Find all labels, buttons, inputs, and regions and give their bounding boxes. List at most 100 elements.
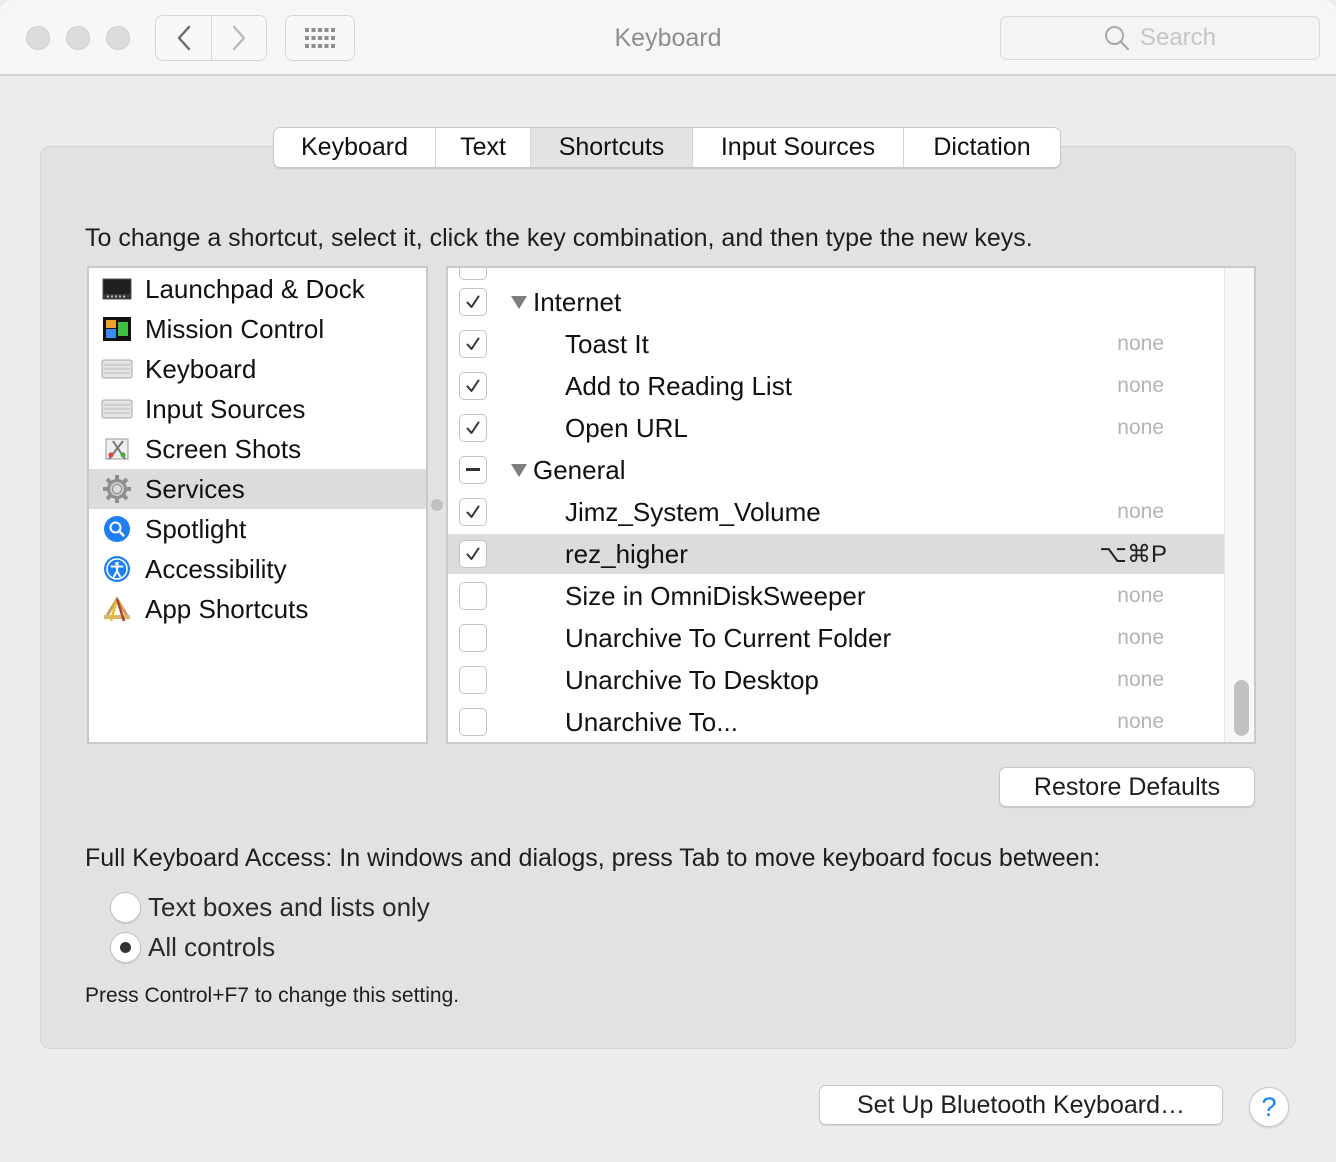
checkbox[interactable]: [459, 456, 487, 484]
category-label: Spotlight: [145, 513, 247, 544]
service-row[interactable]: Unarchive To Desktop none: [448, 660, 1224, 700]
tab-shortcuts[interactable]: Shortcuts: [531, 128, 693, 167]
category-keyboard[interactable]: Keyboard: [89, 349, 426, 389]
restore-defaults-button[interactable]: Restore Defaults: [999, 767, 1255, 807]
checkbox[interactable]: [459, 498, 487, 526]
service-row[interactable]: Open URL none: [448, 408, 1224, 448]
checkmark-icon: [466, 379, 480, 392]
checkmark-icon: [466, 505, 480, 518]
service-label: Unarchive To...: [565, 706, 738, 737]
shortcut-key-combination[interactable]: none: [1117, 374, 1164, 398]
tab-input-sources[interactable]: Input Sources: [693, 128, 904, 167]
service-label: Internet: [533, 286, 622, 317]
disclosure-triangle-icon[interactable]: [510, 461, 528, 479]
help-button[interactable]: ?: [1249, 1087, 1289, 1127]
service-label: General: [533, 454, 626, 485]
checkbox[interactable]: [459, 666, 487, 694]
tab-dictation[interactable]: Dictation: [904, 128, 1060, 167]
category-label: Input Sources: [145, 393, 306, 424]
service-row[interactable]: Unarchive To... none: [448, 702, 1224, 742]
checkmark-icon: [466, 295, 480, 308]
scrollbar-thumb[interactable]: [1234, 680, 1249, 736]
radio-button[interactable]: [110, 892, 141, 923]
mission-control-icon: [101, 315, 133, 343]
service-label: Open URL: [565, 412, 688, 443]
checkbox[interactable]: [459, 582, 487, 610]
spotlight-icon: [101, 515, 133, 543]
checkmark-icon: [466, 421, 480, 434]
input-sources-icon: [101, 395, 133, 423]
gear-icon: [101, 475, 133, 503]
instructions-text: To change a shortcut, select it, click t…: [85, 224, 1033, 252]
service-label: Add to Reading List: [565, 370, 792, 401]
checkbox[interactable]: [459, 624, 487, 652]
checkmark-icon: [466, 547, 480, 560]
checkbox[interactable]: [459, 372, 487, 400]
checkbox[interactable]: [459, 540, 487, 568]
screenshot-icon: [101, 435, 133, 463]
radio-all-controls[interactable]: All controls: [110, 932, 275, 963]
service-label: Unarchive To Desktop: [565, 664, 819, 695]
accessibility-icon: [101, 555, 133, 583]
split-view-handle[interactable]: [431, 499, 443, 511]
search-placeholder: Search: [1139, 24, 1217, 51]
service-group-row[interactable]: General: [448, 450, 1224, 490]
vertical-scrollbar[interactable]: [1224, 268, 1254, 742]
service-group-row[interactable]: Internet: [448, 282, 1224, 322]
shortcut-key-combination[interactable]: ⌥⌘P: [1099, 540, 1167, 569]
category-screen-shots[interactable]: Screen Shots: [89, 429, 426, 469]
title-bar: Keyboard Search: [0, 0, 1336, 76]
keyboard-icon: [101, 355, 133, 383]
setup-bluetooth-keyboard-button[interactable]: Set Up Bluetooth Keyboard…: [819, 1085, 1223, 1125]
service-row[interactable]: Add to Reading List none: [448, 366, 1224, 406]
shortcut-key-combination[interactable]: none: [1117, 710, 1164, 734]
service-row[interactable]: Size in OmniDiskSweeper none: [448, 576, 1224, 616]
category-services[interactable]: Services: [89, 469, 426, 509]
category-label: Keyboard: [145, 353, 257, 384]
service-label: Toast It: [565, 328, 649, 359]
service-label: Unarchive To Current Folder: [565, 622, 892, 653]
category-app-shortcuts[interactable]: App Shortcuts: [89, 589, 426, 629]
shortcuts-list[interactable]: Internet Toast It none Add to Reading List n…: [446, 266, 1256, 744]
service-row[interactable]: Unarchive To Current Folder none: [448, 618, 1224, 658]
category-spotlight[interactable]: Spotlight: [89, 509, 426, 549]
checkbox[interactable]: [459, 268, 487, 280]
shortcut-key-combination[interactable]: none: [1117, 584, 1164, 608]
radio-selected-dot: [120, 942, 131, 953]
service-row[interactable]: Toast It none: [448, 324, 1224, 364]
mixed-state-icon: [466, 468, 480, 471]
full-keyboard-access-label: Full Keyboard Access: In windows and dia…: [85, 844, 1101, 872]
service-row[interactable]: rez_higher ⌥⌘P: [448, 534, 1224, 574]
shortcut-key-combination[interactable]: none: [1117, 416, 1164, 440]
app-shortcuts-icon: [101, 595, 133, 623]
disclosure-triangle-icon[interactable]: [510, 293, 528, 311]
category-label: App Shortcuts: [145, 593, 309, 624]
tab-bar: Keyboard Text Shortcuts Input Sources Di…: [273, 127, 1061, 168]
category-mission-control[interactable]: Mission Control: [89, 309, 426, 349]
category-label: Screen Shots: [145, 433, 302, 464]
radio-button[interactable]: [110, 932, 141, 963]
service-label: Jimz_System_Volume: [565, 496, 821, 527]
tab-keyboard[interactable]: Keyboard: [274, 128, 436, 167]
radio-text-boxes-lists[interactable]: Text boxes and lists only: [110, 892, 430, 923]
search-field[interactable]: Search: [1000, 16, 1320, 60]
checkbox[interactable]: [459, 414, 487, 442]
category-accessibility[interactable]: Accessibility: [89, 549, 426, 589]
tab-text[interactable]: Text: [436, 128, 531, 167]
radio-label: Text boxes and lists only: [148, 892, 430, 922]
service-row[interactable]: Jimz_System_Volume none: [448, 492, 1224, 532]
shortcut-key-combination[interactable]: none: [1117, 668, 1164, 692]
category-label: Launchpad & Dock: [145, 273, 365, 304]
category-launchpad-dock[interactable]: Launchpad & Dock: [89, 269, 426, 309]
category-label: Services: [145, 473, 245, 504]
service-label: Size in OmniDiskSweeper: [565, 580, 866, 611]
shortcut-key-combination[interactable]: none: [1117, 500, 1164, 524]
category-list[interactable]: Launchpad & Dock Mission Control Keyboar…: [87, 266, 428, 744]
category-label: Accessibility: [145, 553, 287, 584]
checkbox[interactable]: [459, 708, 487, 736]
checkbox[interactable]: [459, 330, 487, 358]
checkbox[interactable]: [459, 288, 487, 316]
category-input-sources[interactable]: Input Sources: [89, 389, 426, 429]
shortcut-key-combination[interactable]: none: [1117, 332, 1164, 356]
shortcut-key-combination[interactable]: none: [1117, 626, 1164, 650]
